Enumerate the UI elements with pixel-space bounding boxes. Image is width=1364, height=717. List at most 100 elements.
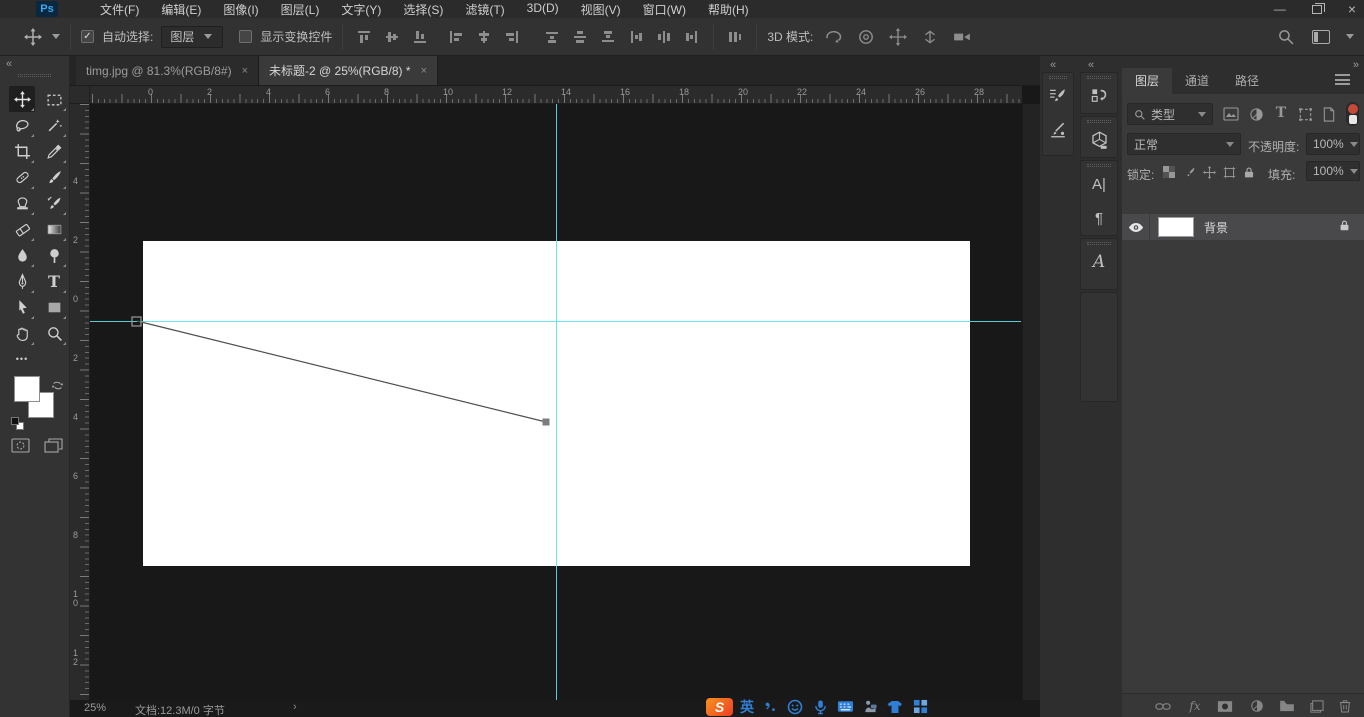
menu-3d[interactable]: 3D(D) <box>527 1 559 18</box>
delete-layer-trash-icon[interactable] <box>1336 697 1354 715</box>
ime-voice-icon[interactable] <box>811 698 829 716</box>
filter-pixel-layers-icon[interactable] <box>1222 105 1240 123</box>
distribute-vertical-centers-icon[interactable] <box>569 26 591 48</box>
menu-layer[interactable]: 图层(L) <box>281 1 320 18</box>
3d-drag-icon[interactable] <box>887 26 909 48</box>
3d-panel-icon[interactable] <box>1081 123 1117 157</box>
filter-adjustment-layers-icon[interactable] <box>1247 105 1265 123</box>
path-selection-tool[interactable] <box>9 294 35 320</box>
align-vertical-centers-icon[interactable] <box>381 26 403 48</box>
minimize-button[interactable]: — <box>1274 2 1286 16</box>
align-horizontal-centers-icon[interactable] <box>473 26 495 48</box>
vertical-scrollbar[interactable] <box>1022 104 1040 700</box>
collapse-strip-icon[interactable]: « <box>1050 59 1056 71</box>
distribute-left-edges-icon[interactable] <box>625 26 647 48</box>
history-brush-tool[interactable] <box>41 190 67 216</box>
new-adjustment-layer-icon[interactable] <box>1248 697 1266 715</box>
foreground-color-swatch[interactable] <box>14 376 40 402</box>
panel-grip[interactable] <box>18 74 51 77</box>
menu-help[interactable]: 帮助(H) <box>708 1 749 18</box>
add-layer-mask-icon[interactable] <box>1216 697 1234 715</box>
ime-menu-grid-icon[interactable] <box>911 698 929 716</box>
3d-roll-icon[interactable] <box>855 26 877 48</box>
quick-selection-tool[interactable] <box>41 112 67 138</box>
brush-presets-panel-icon[interactable] <box>1043 113 1073 147</box>
layer-filter-toggle[interactable] <box>1346 102 1359 126</box>
lock-artboard-icon[interactable] <box>1220 163 1238 181</box>
menu-type[interactable]: 文字(Y) <box>341 1 381 18</box>
menu-select[interactable]: 选择(S) <box>403 1 443 18</box>
align-top-edges-icon[interactable] <box>353 26 375 48</box>
auto-select-checkbox[interactable]: ✓ <box>81 30 94 43</box>
workspace-switcher-icon[interactable] <box>1312 29 1330 44</box>
history-panel-icon[interactable] <box>1081 79 1117 113</box>
new-layer-icon[interactable] <box>1308 697 1326 715</box>
auto-select-dropdown[interactable]: 图层 <box>161 25 224 48</box>
menu-edit[interactable]: 编辑(E) <box>161 1 201 18</box>
lock-image-pixels-icon[interactable] <box>1180 163 1198 181</box>
screen-mode-icon[interactable] <box>42 434 64 456</box>
align-left-edges-icon[interactable] <box>445 26 467 48</box>
menu-filter[interactable]: 滤镜(T) <box>465 1 504 18</box>
horizontal-ruler[interactable]: 0 2 4 6 8 10 12 14 16 18 20 22 24 26 28 <box>90 86 1022 104</box>
vertical-ruler[interactable]: 4 2 0 2 4 6 8 10 12 14 <box>70 104 90 700</box>
ime-keyboard-icon[interactable] <box>836 698 854 716</box>
ime-punctuation-icon[interactable] <box>761 698 779 716</box>
eraser-tool[interactable] <box>9 216 35 242</box>
distribute-right-edges-icon[interactable] <box>681 26 703 48</box>
close-button[interactable]: × <box>1348 1 1356 17</box>
status-more-icon[interactable]: › <box>293 701 297 713</box>
quick-mask-mode-icon[interactable] <box>9 434 31 456</box>
close-tab-icon[interactable]: × <box>242 65 248 77</box>
layer-filter-dropdown[interactable]: 类型 <box>1127 103 1213 125</box>
layer-thumbnail[interactable] <box>1158 217 1194 237</box>
opacity-value-dropdown[interactable]: 100% <box>1306 133 1360 155</box>
default-colors-mini-swatch-black[interactable] <box>11 417 19 425</box>
gradient-tool[interactable] <box>41 216 67 242</box>
layer-style-fx-icon[interactable]: fx <box>1186 697 1204 715</box>
collapse-strip-icon[interactable]: « <box>1088 59 1094 71</box>
distribute-spacing-icon[interactable] <box>724 26 746 48</box>
ime-handwriting-icon[interactable] <box>861 698 879 716</box>
tab-layers[interactable]: 图层 <box>1122 68 1173 94</box>
restore-button[interactable] <box>1311 2 1325 14</box>
tab-untitled-2[interactable]: 未标题-2 @ 25%(RGB/8) * × <box>259 56 438 85</box>
clone-stamp-tool[interactable] <box>9 190 35 216</box>
pen-tool[interactable] <box>9 268 35 294</box>
distribute-top-edges-icon[interactable] <box>541 26 563 48</box>
brush-tool[interactable] <box>41 164 67 190</box>
type-tool[interactable]: T <box>41 268 67 294</box>
search-icon[interactable] <box>1274 26 1296 48</box>
character-panel-icon[interactable]: A| <box>1081 167 1117 201</box>
lock-position-icon[interactable] <box>1200 163 1218 181</box>
blur-tool[interactable] <box>9 242 35 268</box>
sogou-logo-icon[interactable]: S <box>706 697 733 716</box>
fill-value-dropdown[interactable]: 100% <box>1306 161 1360 181</box>
3d-camera-icon[interactable] <box>951 26 973 48</box>
align-right-edges-icon[interactable] <box>501 26 523 48</box>
filter-type-layers-icon[interactable]: T <box>1272 104 1290 122</box>
move-tool-preset-icon[interactable] <box>22 26 44 48</box>
workspace-chevron-icon[interactable] <box>1346 34 1354 39</box>
rectangle-tool[interactable] <box>41 294 67 320</box>
hand-tool[interactable] <box>9 320 35 346</box>
lock-transparent-pixels-icon[interactable] <box>1160 163 1178 181</box>
zoom-level-field[interactable]: 25% <box>84 702 106 714</box>
menu-file[interactable]: 文件(F) <box>100 1 139 18</box>
collapse-toolbar-icon[interactable]: « <box>6 58 12 70</box>
menu-view[interactable]: 视图(V) <box>581 1 621 18</box>
link-layers-icon[interactable] <box>1154 697 1172 715</box>
tab-timg-jpg[interactable]: timg.jpg @ 81.3%(RGB/8#) × <box>76 56 260 85</box>
brush-settings-panel-icon[interactable] <box>1043 79 1073 113</box>
filter-smart-objects-icon[interactable] <box>1320 105 1338 123</box>
layer-row-background[interactable]: 背景 <box>1122 214 1364 240</box>
eyedropper-tool[interactable] <box>41 138 67 164</box>
panel-menu-icon[interactable] <box>1335 74 1350 85</box>
close-tab-icon[interactable]: × <box>421 65 427 77</box>
menu-window[interactable]: 窗口(W) <box>643 1 686 18</box>
lasso-tool[interactable] <box>9 112 35 138</box>
layer-visibility-eye-icon[interactable] <box>1122 214 1150 240</box>
blend-mode-dropdown[interactable]: 正常 <box>1127 133 1241 155</box>
healing-brush-tool[interactable] <box>9 164 35 190</box>
ime-emoji-icon[interactable] <box>786 698 804 716</box>
